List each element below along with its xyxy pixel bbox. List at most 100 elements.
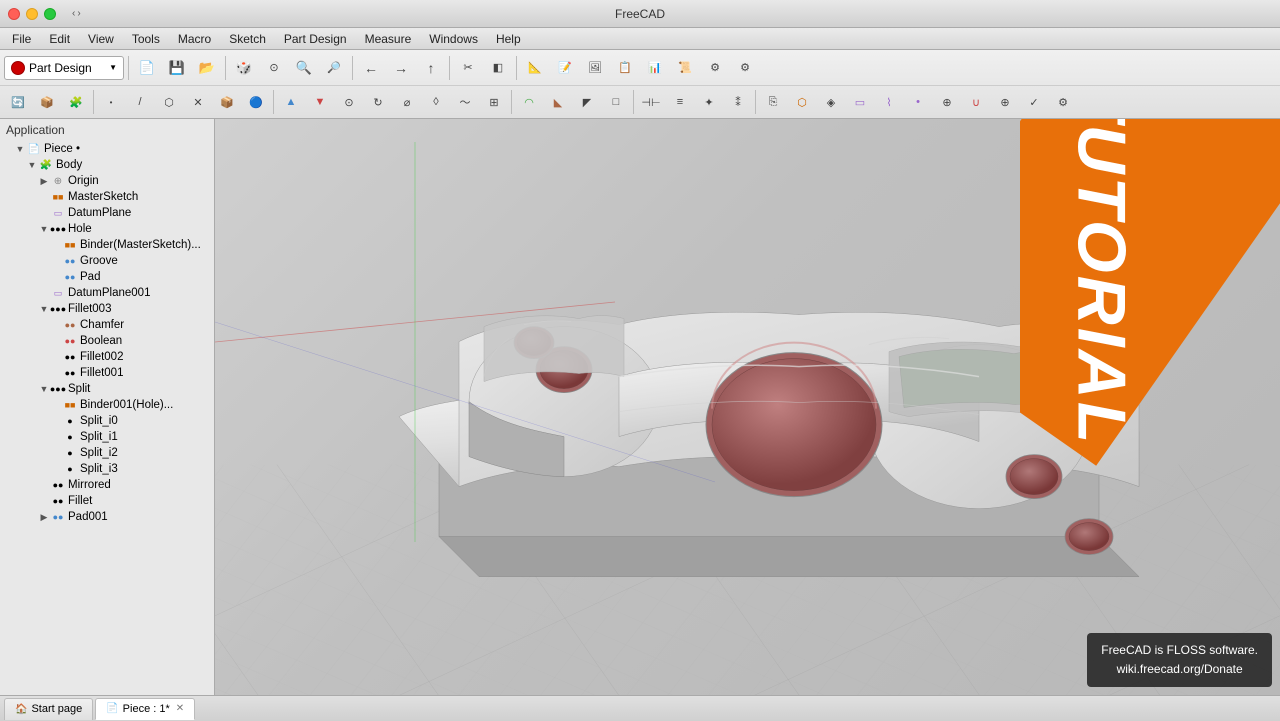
extrude-button[interactable]: 📦 <box>213 88 241 116</box>
loft-button[interactable]: ◊ <box>422 88 450 116</box>
part-button[interactable]: 📦 <box>33 88 61 116</box>
new-button[interactable]: 📄 <box>133 54 161 82</box>
nav-up-button[interactable]: ↑ <box>417 54 445 82</box>
body-button[interactable]: 🧩 <box>62 88 90 116</box>
tree-item-split-i3[interactable]: ● Split_i3 <box>0 461 214 477</box>
cross-button[interactable]: ✕ <box>184 88 212 116</box>
maximize-button[interactable] <box>44 8 56 20</box>
boolean-btn[interactable]: ∪ <box>962 88 990 116</box>
polar-pattern-button[interactable]: ✦ <box>695 88 723 116</box>
tree-item-chamfer[interactable]: ●● Chamfer <box>0 317 214 333</box>
bom-button[interactable]: 📋 <box>611 54 639 82</box>
shell-button[interactable]: □ <box>602 88 630 116</box>
view-fit-sel-button[interactable]: 🔎 <box>320 54 348 82</box>
mirror-button[interactable]: ⊣⊢ <box>637 88 665 116</box>
tree-item-groove[interactable]: ●● Groove <box>0 253 214 269</box>
thickness-button[interactable]: ⊞ <box>480 88 508 116</box>
tree-item-mastersketch[interactable]: ■■ MasterSketch <box>0 189 214 205</box>
tab-close-button[interactable]: ✕ <box>176 703 184 714</box>
hole-button[interactable]: ⊙ <box>335 88 363 116</box>
view-fit-button[interactable]: 🔍 <box>290 54 318 82</box>
view-top-button[interactable]: ⊙ <box>260 54 288 82</box>
binder-button[interactable]: ⬡ <box>788 88 816 116</box>
datum-line-button[interactable]: ⌇ <box>875 88 903 116</box>
menu-measure[interactable]: Measure <box>357 30 420 48</box>
settings-button[interactable]: ⚙ <box>731 54 759 82</box>
tree-item-body[interactable]: ▼ 🧩 Body <box>0 157 214 173</box>
datum-plane-button[interactable]: ▭ <box>846 88 874 116</box>
viewport[interactable]: TUTORIAL FreeCAD is FLOSS software. wiki… <box>215 119 1280 695</box>
groove-button[interactable]: ⌀ <box>393 88 421 116</box>
menu-help[interactable]: Help <box>488 30 529 48</box>
minimize-button[interactable] <box>26 8 38 20</box>
split-btn[interactable]: ⊕ <box>991 88 1019 116</box>
pad-button[interactable]: ▲ <box>277 88 305 116</box>
open-button[interactable]: 📂 <box>193 54 221 82</box>
nav-back-button[interactable]: ← <box>357 54 385 82</box>
tree-item-split[interactable]: ▼ ●●● Split <box>0 381 214 397</box>
tree-item-piece[interactable]: ▼ 📄 Piece • <box>0 141 214 157</box>
tab-start-page[interactable]: 🏠 Start page <box>4 698 93 720</box>
chamfer-button[interactable]: ◣ <box>544 88 572 116</box>
view-clip-button[interactable]: ✂ <box>454 54 482 82</box>
tree-item-split-i2[interactable]: ● Split_i2 <box>0 445 214 461</box>
view-3d-button[interactable]: 🎲 <box>230 54 258 82</box>
view-side-button[interactable]: ◧ <box>484 54 512 82</box>
tree-item-fillet002[interactable]: ●● Fillet002 <box>0 349 214 365</box>
menu-file[interactable]: File <box>4 30 39 48</box>
pocket-button[interactable]: ▼ <box>306 88 334 116</box>
measure-button[interactable]: 📐 <box>521 54 549 82</box>
menu-view[interactable]: View <box>80 30 122 48</box>
datum-point-button[interactable]: • <box>904 88 932 116</box>
more-button[interactable]: ⚙ <box>701 54 729 82</box>
menu-part-design[interactable]: Part Design <box>276 30 355 48</box>
point-button[interactable]: • <box>97 88 125 116</box>
tab-piece[interactable]: 📄 Piece : 1* ✕ <box>95 698 195 720</box>
fillet-button[interactable]: ◠ <box>515 88 543 116</box>
tree-item-datumplane001[interactable]: ▭ DatumPlane001 <box>0 285 214 301</box>
revolution-button[interactable]: 🔵 <box>242 88 270 116</box>
draft-button[interactable]: ◤ <box>573 88 601 116</box>
menu-tools[interactable]: Tools <box>124 30 168 48</box>
revolve-button[interactable]: ↻ <box>364 88 392 116</box>
tree-item-boolean[interactable]: ●● Boolean <box>0 333 214 349</box>
poly-button[interactable]: ⬡ <box>155 88 183 116</box>
forward-chevron[interactable]: › <box>77 8 80 19</box>
back-chevron[interactable]: ‹ <box>72 8 75 19</box>
close-button[interactable] <box>8 8 20 20</box>
tree-item-fillet003[interactable]: ▼ ●●● Fillet003 <box>0 301 214 317</box>
menu-sketch[interactable]: Sketch <box>221 30 274 48</box>
render-button[interactable]: 🖼 <box>581 54 609 82</box>
subshape-button[interactable]: ◈ <box>817 88 845 116</box>
drawing-button[interactable]: 📜 <box>671 54 699 82</box>
tree-item-pad[interactable]: ●● Pad <box>0 269 214 285</box>
tree-item-pad001[interactable]: ▶ ●● Pad001 <box>0 509 214 525</box>
workbench-selector[interactable]: Part Design ▼ <box>4 56 124 80</box>
linear-pattern-button[interactable]: ≡ <box>666 88 694 116</box>
tree-item-datumplane[interactable]: ▭ DatumPlane <box>0 205 214 221</box>
nav-forward-button[interactable]: → <box>387 54 415 82</box>
multi-transform-button[interactable]: ⁑ <box>724 88 752 116</box>
menu-windows[interactable]: Windows <box>421 30 486 48</box>
coord-system-button[interactable]: ⊕ <box>933 88 961 116</box>
sketch-button[interactable]: 🔄 <box>4 88 32 116</box>
clone-button[interactable]: ⎘ <box>759 88 787 116</box>
tree-item-split-i1[interactable]: ● Split_i1 <box>0 429 214 445</box>
line-button[interactable]: / <box>126 88 154 116</box>
tree-item-mirrored[interactable]: ●● Mirrored <box>0 477 214 493</box>
tree-item-origin[interactable]: ▶ ⊕ Origin <box>0 173 214 189</box>
more2-button[interactable]: ⚙ <box>1049 88 1077 116</box>
tree-item-split-i0[interactable]: ● Split_i0 <box>0 413 214 429</box>
menu-macro[interactable]: Macro <box>170 30 219 48</box>
tree-item-binder[interactable]: ■■ Binder(MasterSketch)... <box>0 237 214 253</box>
spreadsheet-button[interactable]: 📊 <box>641 54 669 82</box>
save-button[interactable]: 💾 <box>163 54 191 82</box>
tree-item-fillet[interactable]: ●● Fillet <box>0 493 214 509</box>
tree-item-hole[interactable]: ▼ ●●● Hole <box>0 221 214 237</box>
annotation-button[interactable]: 📝 <box>551 54 579 82</box>
tree-item-binder001[interactable]: ■■ Binder001(Hole)... <box>0 397 214 413</box>
sweep-button[interactable]: 〜 <box>451 88 479 116</box>
checkgeom-btn[interactable]: ✓ <box>1020 88 1048 116</box>
menu-edit[interactable]: Edit <box>41 30 78 48</box>
tree-item-fillet001[interactable]: ●● Fillet001 <box>0 365 214 381</box>
